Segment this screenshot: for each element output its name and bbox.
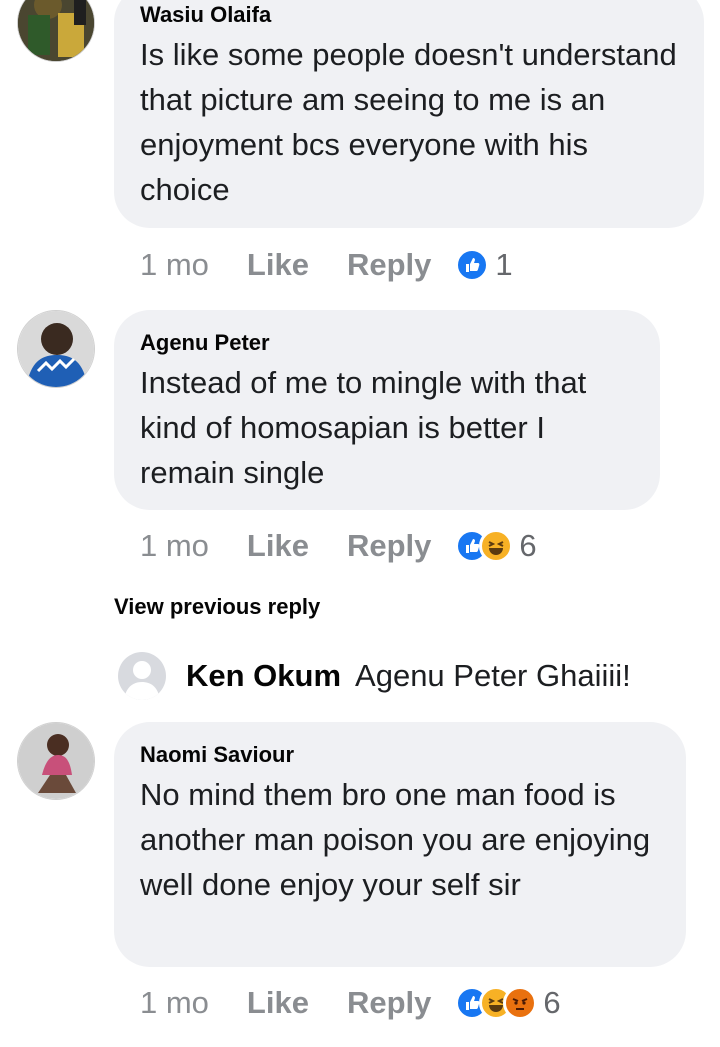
angry-icon bbox=[503, 986, 538, 1020]
reaction-summary[interactable]: 1 bbox=[455, 247, 513, 283]
like-button[interactable]: Like bbox=[247, 247, 309, 283]
comment-text: Is like some people doesn't understand t… bbox=[140, 37, 677, 207]
reply-button[interactable]: Reply bbox=[347, 247, 431, 283]
comment-bubble: Naomi Saviour No mind them bro one man f… bbox=[114, 722, 686, 967]
comment-text: No mind them bro one man food is another… bbox=[140, 777, 651, 902]
like-icon bbox=[455, 248, 490, 282]
avatar-photo bbox=[18, 0, 94, 61]
comment-author[interactable]: Agenu Peter bbox=[140, 330, 636, 356]
comment-actions: 1 mo Like Reply 6 bbox=[140, 983, 561, 1023]
reaction-count: 6 bbox=[519, 528, 537, 563]
avatar-photo bbox=[18, 311, 94, 387]
reaction-count: 6 bbox=[543, 985, 561, 1020]
reaction-count: 1 bbox=[495, 247, 513, 282]
view-previous-reply-link[interactable]: View previous reply bbox=[114, 594, 320, 620]
reply-button[interactable]: Reply bbox=[347, 985, 431, 1021]
comment-timestamp[interactable]: 1 mo bbox=[140, 247, 209, 283]
comment-bubble: Wasiu Olaifa Is like some people doesn't… bbox=[114, 0, 704, 228]
reply-text: Agenu Peter Ghaiiii! bbox=[355, 658, 631, 693]
haha-icon bbox=[479, 529, 514, 563]
reaction-summary[interactable]: 6 bbox=[455, 528, 537, 564]
avatar[interactable] bbox=[17, 722, 95, 800]
like-button[interactable]: Like bbox=[247, 528, 309, 564]
comment-author[interactable]: Naomi Saviour bbox=[140, 742, 662, 768]
comment-author[interactable]: Wasiu Olaifa bbox=[140, 2, 680, 28]
avatar[interactable] bbox=[17, 0, 95, 62]
comment-timestamp[interactable]: 1 mo bbox=[140, 528, 209, 564]
reply-author[interactable]: Ken Okum bbox=[186, 658, 341, 694]
reaction-summary[interactable]: 6 bbox=[455, 985, 561, 1021]
reply-button[interactable]: Reply bbox=[347, 528, 431, 564]
avatar-photo bbox=[18, 723, 94, 799]
collapsed-reply[interactable]: Ken Okum Agenu Peter Ghaiiii! bbox=[118, 650, 631, 702]
comment-actions: 1 mo Like Reply 6 bbox=[140, 526, 537, 566]
comment-timestamp[interactable]: 1 mo bbox=[140, 985, 209, 1021]
default-avatar-icon[interactable] bbox=[118, 652, 166, 700]
avatar[interactable] bbox=[17, 310, 95, 388]
comment-actions: 1 mo Like Reply 1 bbox=[140, 245, 513, 285]
like-button[interactable]: Like bbox=[247, 985, 309, 1021]
comment-text: Instead of me to mingle with that kind o… bbox=[140, 365, 587, 490]
comment-bubble: Agenu Peter Instead of me to mingle with… bbox=[114, 310, 660, 510]
